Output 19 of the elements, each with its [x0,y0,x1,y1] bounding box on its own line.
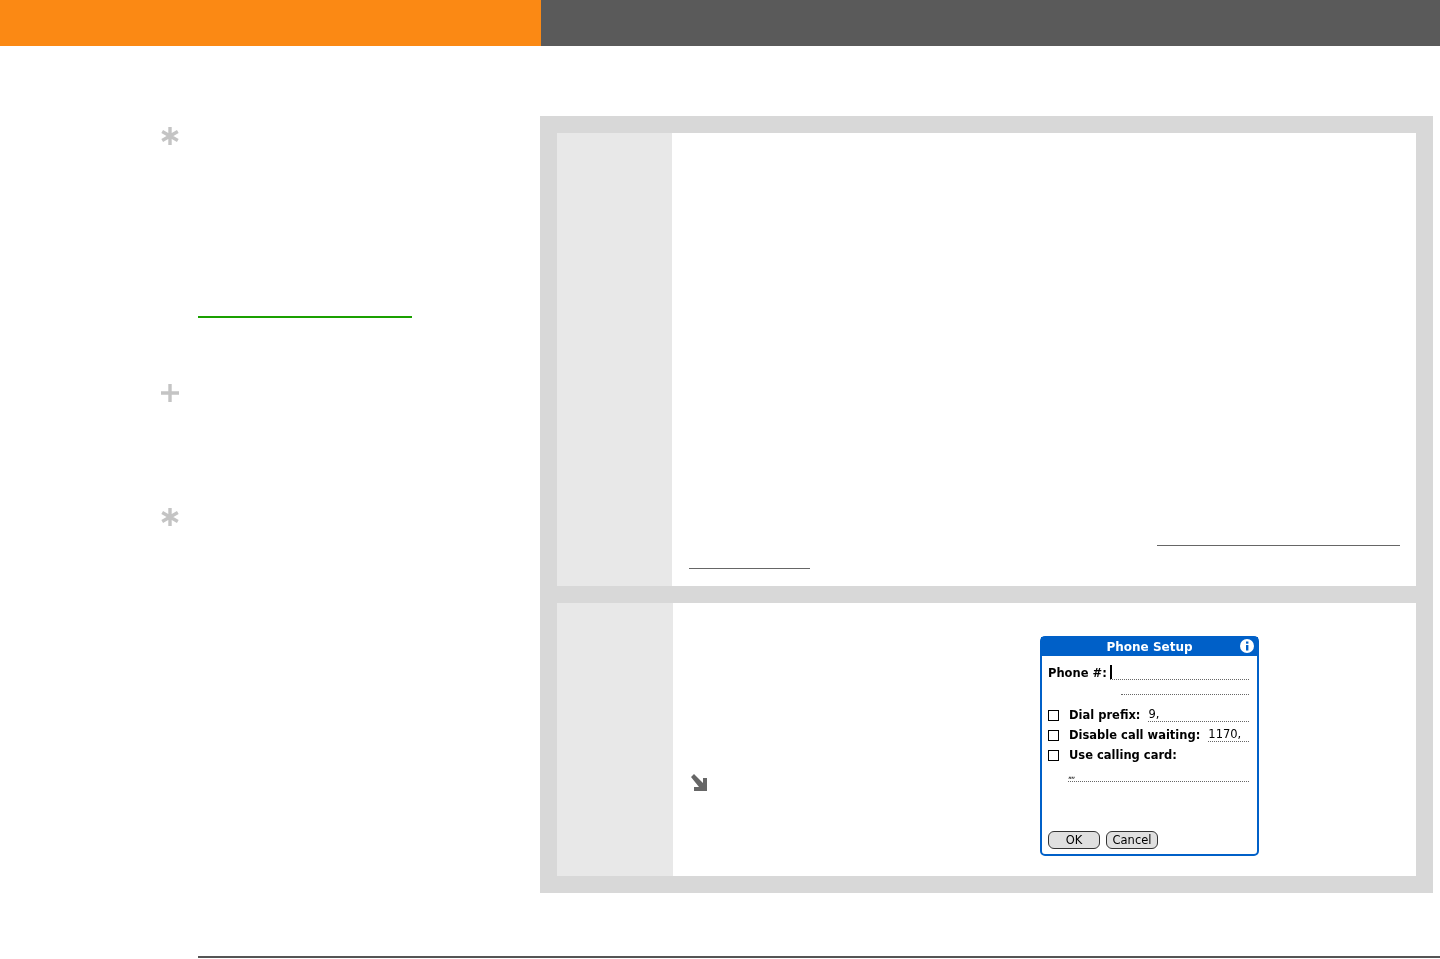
checkbox[interactable] [1048,749,1059,761]
calling-card-field[interactable]: ,,,, [1068,771,1249,782]
option-input-field[interactable]: 9, [1148,708,1249,722]
field-label: Phone #: [1048,666,1107,680]
dialog-title: Phone Setup [1106,639,1193,654]
option-input-field[interactable]: 1170, [1208,728,1249,742]
checkbox[interactable] [1048,729,1059,741]
info-icon[interactable] [1240,639,1254,653]
checkbox[interactable] [1048,709,1059,721]
option-label: Dial prefix: [1069,708,1141,722]
plus-icon [160,383,180,403]
dialog-button[interactable]: Cancel [1106,831,1158,849]
asterisk-icon [160,126,180,146]
asterisk-icon [160,507,180,527]
dialog-button[interactable]: OK [1048,831,1100,849]
option-label: Disable call waiting: [1069,728,1201,742]
option-label: Use calling card: [1069,748,1177,762]
phone-input-field[interactable] [1109,665,1249,680]
arrow-icon [690,774,710,792]
